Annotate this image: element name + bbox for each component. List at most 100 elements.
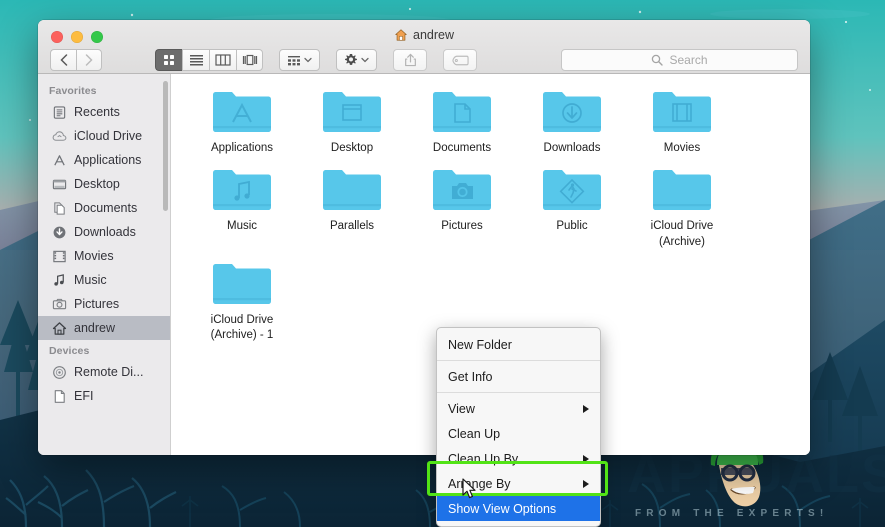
- menu-item-clean-up-by[interactable]: Clean Up By: [437, 446, 600, 471]
- share-button[interactable]: [393, 49, 427, 71]
- folder-icon-applications: [213, 92, 271, 132]
- sidebar-item-label: Applications: [74, 153, 142, 167]
- file-item-public[interactable]: Public: [517, 164, 627, 250]
- view-mode-buttons: [155, 49, 263, 71]
- search-placeholder: Search: [669, 53, 708, 67]
- navigation-buttons: [50, 49, 102, 71]
- grid-icon: [164, 55, 174, 65]
- file-item-label: Documents: [432, 142, 492, 154]
- sidebar-item-applications[interactable]: Applications: [38, 148, 170, 172]
- file-item-label: Public: [556, 220, 588, 233]
- menu-item-view[interactable]: View: [437, 396, 600, 421]
- context-menu: New Folder Get Info View Clean Up Clean …: [436, 327, 601, 527]
- folder-icon-documents: [433, 92, 491, 132]
- sidebar-item-icloud-drive[interactable]: iCloud Drive: [38, 124, 170, 148]
- sidebar-item-efi[interactable]: EFI: [38, 384, 170, 408]
- list-icon: [189, 55, 203, 66]
- file-item-label: Applications: [210, 142, 273, 154]
- sidebar-item-desktop[interactable]: Desktop: [38, 172, 170, 196]
- sidebar-item-label: Documents: [74, 201, 138, 215]
- folder-icon-parallels: [323, 170, 381, 211]
- sidebar-item-label: Remote Di...: [74, 365, 144, 379]
- finder-window: andrew Search Favorites Recents iCloud D…: [38, 20, 810, 455]
- menu-item-label: New Folder: [448, 337, 512, 352]
- applications-icon: [54, 154, 65, 165]
- window-titlebar[interactable]: andrew Search: [38, 20, 810, 74]
- menu-item-get-info[interactable]: Get Info: [437, 364, 600, 389]
- arrange-by-button[interactable]: [279, 49, 320, 71]
- sidebar-item-andrew[interactable]: andrew: [38, 316, 170, 340]
- file-item-label: Parallels: [329, 220, 375, 233]
- list-view-button[interactable]: [182, 49, 209, 71]
- share-icon: [404, 53, 416, 67]
- file-item-movies[interactable]: Movies: [627, 86, 737, 156]
- folder-icon-movies: [653, 92, 711, 132]
- menu-item-clean-up[interactable]: Clean Up: [437, 421, 600, 446]
- disc-icon: [53, 365, 66, 379]
- file-item-icloud-drive-archive-1[interactable]: iCloud Drive (Archive) - 1: [187, 258, 297, 344]
- file-item-music[interactable]: Music: [187, 164, 297, 250]
- gear-icon: [345, 54, 357, 65]
- icon-view-button[interactable]: [155, 49, 182, 71]
- file-item-pictures[interactable]: Pictures: [407, 164, 517, 250]
- sidebar-item-music[interactable]: Music: [38, 268, 170, 292]
- column-view-button[interactable]: [209, 49, 236, 71]
- file-item-desktop[interactable]: Desktop: [297, 86, 407, 156]
- folder-icon-pictures: [433, 170, 491, 211]
- menu-item-new-folder[interactable]: New Folder: [437, 332, 600, 357]
- sidebar-item-label: Desktop: [74, 177, 120, 191]
- file-item-label: Pictures: [441, 220, 483, 233]
- documents-icon: [54, 201, 65, 215]
- file-item-icloud-drive-archive[interactable]: iCloud Drive (Archive): [627, 164, 737, 250]
- sidebar-item-label: EFI: [74, 389, 94, 403]
- sidebar-item-pictures[interactable]: Pictures: [38, 292, 170, 316]
- file-item-label: Downloads: [543, 142, 601, 154]
- menu-item-label: Show View Options: [448, 501, 557, 516]
- sidebar-item-remote-disc[interactable]: Remote Di...: [38, 360, 170, 384]
- file-item-documents[interactable]: Documents: [407, 86, 517, 156]
- search-icon: [652, 54, 664, 66]
- sidebar-item-documents[interactable]: Documents: [38, 196, 170, 220]
- desktop-icon: [52, 179, 67, 189]
- columns-icon: [215, 54, 231, 66]
- menu-item-label: Arrange By: [448, 476, 511, 491]
- menu-item-label: Get Info: [448, 369, 493, 384]
- file-item-downloads[interactable]: Downloads: [517, 86, 627, 156]
- submenu-arrow-icon: [583, 479, 589, 488]
- folder-icon-music: [213, 170, 271, 211]
- sidebar-item-recents[interactable]: Recents: [38, 100, 170, 124]
- sidebar-item-label: Pictures: [74, 297, 120, 311]
- search-field[interactable]: Search: [561, 49, 798, 71]
- downloads-icon: [53, 226, 66, 238]
- sidebar-section-devices-header: Devices: [49, 345, 90, 357]
- gallery-icon: [242, 54, 257, 66]
- file-item-label: iCloud Drive (Archive): [650, 220, 714, 248]
- gallery-view-button[interactable]: [236, 49, 263, 71]
- arrange-by-icon: [288, 56, 300, 66]
- sidebar-item-downloads[interactable]: Downloads: [38, 220, 170, 244]
- menu-item-label: Clean Up By: [448, 451, 519, 466]
- file-item-parallels[interactable]: Parallels: [297, 164, 407, 250]
- sidebar-item-label: andrew: [74, 321, 115, 335]
- back-button[interactable]: [50, 49, 76, 71]
- mouse-cursor: [462, 478, 476, 499]
- sidebar-item-label: Recents: [74, 105, 120, 119]
- file-item-applications[interactable]: Applications: [187, 86, 297, 156]
- tag-button[interactable]: [443, 49, 477, 71]
- action-menu-button[interactable]: [336, 49, 377, 71]
- window-title-text: andrew: [413, 28, 454, 42]
- folder-icon-downloads: [543, 92, 601, 132]
- finder-toolbar: Search: [38, 46, 810, 74]
- file-item-label: Movies: [663, 142, 701, 154]
- menu-item-label: View: [448, 401, 475, 416]
- music-icon: [54, 273, 64, 286]
- file-item-label: Desktop: [330, 142, 374, 154]
- sidebar-scrollbar[interactable]: [163, 81, 168, 211]
- menu-item-label: Clean Up: [448, 426, 501, 441]
- menu-separator: [437, 360, 600, 361]
- sidebar-item-movies[interactable]: Movies: [38, 244, 170, 268]
- submenu-arrow-icon: [583, 404, 589, 413]
- chevron-down-icon: [361, 57, 369, 63]
- cloud-icon: [52, 130, 67, 141]
- forward-button[interactable]: [76, 49, 102, 71]
